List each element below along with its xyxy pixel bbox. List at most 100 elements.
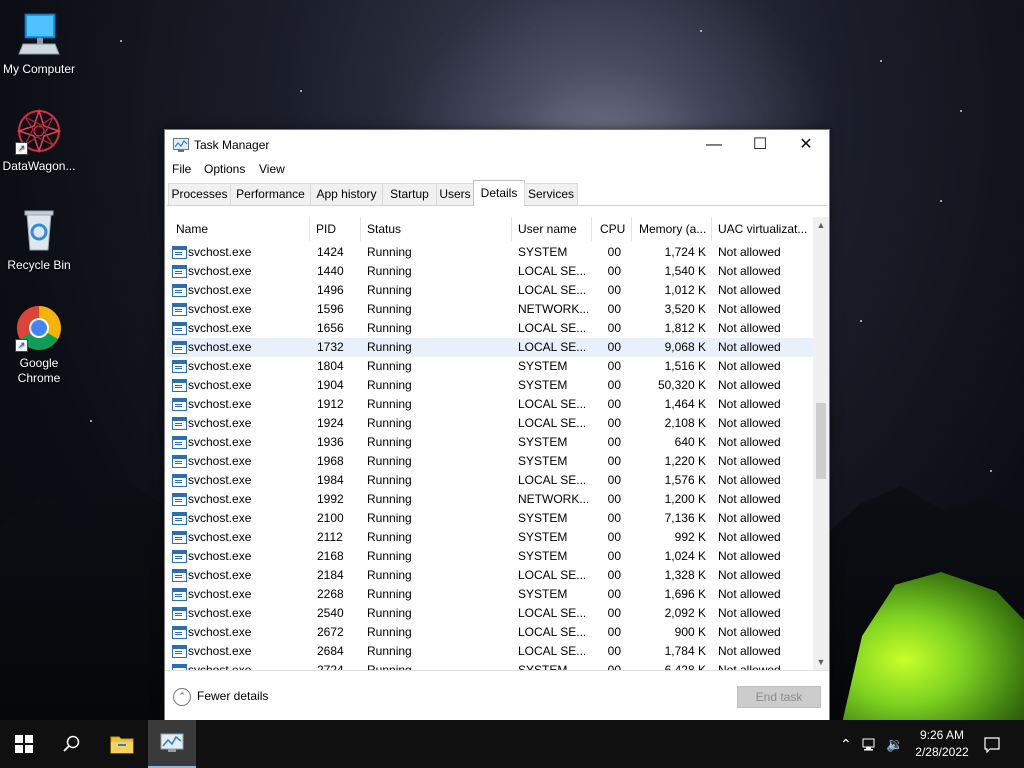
column-header-uac-virtualization[interactable]: UAC virtualizat... (718, 217, 810, 241)
cell-name: svchost.exe (188, 416, 252, 430)
start-button[interactable] (0, 720, 48, 768)
menu-options[interactable]: Options (204, 162, 245, 176)
cell-status: Running (367, 492, 412, 506)
desktop-icon-label: Recycle Bin (7, 258, 71, 272)
table-row[interactable]: svchost.exe 2112 Running SYSTEM 00 992 K Not a… (167, 528, 813, 547)
table-row[interactable]: svchost.exe 1804 Running SYSTEM 00 1,516 K Not… (167, 357, 813, 376)
column-header-user-name[interactable]: User name (518, 217, 590, 241)
cell-status: Running (367, 321, 412, 335)
tab-details[interactable]: Details (473, 180, 525, 206)
cell-status: Running (367, 625, 412, 639)
cell-cpu: 00 (607, 321, 621, 335)
cell-name: svchost.exe (188, 397, 252, 411)
table-row[interactable]: svchost.exe 1936 Running SYSTEM 00 640 K Not a… (167, 433, 813, 452)
table-row[interactable]: svchost.exe 2168 Running SYSTEM 00 1,024 K Not… (167, 547, 813, 566)
tab-services[interactable]: Services (524, 183, 578, 205)
column-header-status[interactable]: Status (367, 217, 507, 241)
table-row[interactable]: svchost.exe 1732 Running LOCAL SE... 00 9,068… (167, 338, 813, 357)
process-icon (172, 417, 187, 430)
table-row[interactable]: svchost.exe 1440 Running LOCAL SE... 00 1,540… (167, 262, 813, 281)
scroll-down-icon[interactable]: ▼ (813, 654, 829, 670)
column-divider[interactable] (631, 217, 632, 241)
table-row[interactable]: svchost.exe 1992 Running NETWORK... 00 1,200 … (167, 490, 813, 509)
title-bar[interactable]: Task Manager — ☐ ✕ (165, 130, 829, 160)
column-divider[interactable] (309, 217, 310, 241)
column-divider[interactable] (360, 217, 361, 241)
desktop-icon-my-computer[interactable]: My Computer (1, 10, 77, 77)
column-header-pid[interactable]: PID (316, 217, 356, 241)
cell-user-name: LOCAL SE... (518, 283, 587, 297)
close-button[interactable]: ✕ (783, 130, 829, 160)
cell-name: svchost.exe (188, 302, 252, 316)
cell-status: Running (367, 378, 412, 392)
table-row[interactable]: svchost.exe 1596 Running NETWORK... 00 3,520 … (167, 300, 813, 319)
cell-cpu: 00 (607, 378, 621, 392)
table-row[interactable]: svchost.exe 1968 Running SYSTEM 00 1,220 K Not… (167, 452, 813, 471)
tab-app-history[interactable]: App history (310, 183, 383, 205)
cell-pid: 1440 (317, 264, 344, 278)
notification-center-icon[interactable] (984, 720, 1000, 768)
desktop-icon-datawagon[interactable]: ↗ DataWagon... (1, 107, 77, 174)
table-row[interactable]: svchost.exe 2684 Running LOCAL SE... 00 1,784… (167, 642, 813, 661)
system-clock[interactable]: 9:26 AM 2/28/2022 (904, 727, 980, 761)
desktop-icon-recycle-bin[interactable]: Recycle Bin (1, 206, 77, 273)
table-row[interactable]: svchost.exe 1924 Running LOCAL SE... 00 2,108… (167, 414, 813, 433)
table-row[interactable]: svchost.exe 1984 Running LOCAL SE... 00 1,576… (167, 471, 813, 490)
table-row[interactable]: svchost.exe 2672 Running LOCAL SE... 00 900 K… (167, 623, 813, 642)
column-header-name[interactable]: Name (176, 217, 306, 241)
table-row[interactable]: svchost.exe 1904 Running SYSTEM 00 50,320 K No… (167, 376, 813, 395)
cell-memory: 1,812 K (664, 321, 706, 335)
tab-processes[interactable]: Processes (168, 183, 231, 205)
column-divider[interactable] (511, 217, 512, 241)
cell-status: Running (367, 359, 412, 373)
process-icon (172, 512, 187, 525)
volume-icon[interactable]: 🔉 (886, 720, 903, 768)
table-row[interactable]: svchost.exe 2724 Running SYSTEM 00 6,428 K Not… (167, 661, 813, 670)
desktop-icon-google-chrome[interactable]: ↗ Google Chrome (1, 304, 77, 386)
menu-view[interactable]: View (259, 162, 285, 176)
cell-uac-virtualization: Not allowed (718, 397, 781, 411)
cell-user-name: LOCAL SE... (518, 568, 587, 582)
table-row[interactable]: svchost.exe 1656 Running LOCAL SE... 00 1,812… (167, 319, 813, 338)
cell-user-name: SYSTEM (518, 549, 568, 563)
column-divider[interactable] (711, 217, 712, 241)
column-divider[interactable] (591, 217, 592, 241)
taskbar-file-explorer[interactable] (98, 720, 146, 768)
scrollbar-thumb[interactable] (816, 403, 826, 479)
cell-memory: 2,108 K (664, 416, 706, 430)
process-icon (172, 341, 187, 354)
search-button[interactable] (48, 720, 96, 768)
tab-users[interactable]: Users (436, 183, 474, 205)
table-row[interactable]: svchost.exe 2184 Running LOCAL SE... 00 1,328… (167, 566, 813, 585)
end-task-button[interactable]: End task (737, 686, 821, 708)
table-row[interactable]: svchost.exe 1496 Running LOCAL SE... 00 1,012… (167, 281, 813, 300)
minimize-button[interactable]: — (691, 130, 737, 160)
fewer-details-button[interactable]: ⌃ Fewer details (173, 687, 268, 706)
taskbar: ⌃ 🔉 9:26 AM 2/28/2022 (0, 720, 1024, 768)
table-row[interactable]: svchost.exe 2268 Running SYSTEM 00 1,696 K Not… (167, 585, 813, 604)
scroll-up-icon[interactable]: ▲ (813, 217, 829, 233)
taskbar-task-manager[interactable] (148, 720, 196, 768)
table-row[interactable]: svchost.exe 2100 Running SYSTEM 00 7,136 K Not… (167, 509, 813, 528)
table-row[interactable]: svchost.exe 1912 Running LOCAL SE... 00 1,464… (167, 395, 813, 414)
tab-startup[interactable]: Startup (382, 183, 437, 205)
menu-file[interactable]: File (172, 162, 191, 176)
network-icon[interactable] (862, 720, 878, 768)
show-hidden-icons-icon[interactable]: ⌃ (840, 720, 852, 768)
cell-name: svchost.exe (188, 378, 252, 392)
column-header-memory[interactable]: Memory (a... (639, 217, 709, 241)
recycle-bin-icon (15, 206, 63, 254)
cell-name: svchost.exe (188, 321, 252, 335)
process-icon (172, 550, 187, 563)
computer-icon (15, 10, 63, 58)
table-row[interactable]: svchost.exe 2540 Running LOCAL SE... 00 2,092… (167, 604, 813, 623)
maximize-button[interactable]: ☐ (737, 130, 783, 160)
vertical-scrollbar[interactable]: ▲ ▼ (813, 217, 829, 670)
cell-uac-virtualization: Not allowed (718, 340, 781, 354)
table-row[interactable]: svchost.exe 1424 Running SYSTEM 00 1,724 K Not… (167, 243, 813, 262)
cell-memory: 2,092 K (664, 606, 706, 620)
column-header-cpu[interactable]: CPU (600, 217, 630, 241)
tab-performance[interactable]: Performance (230, 183, 311, 205)
process-icon (172, 455, 187, 468)
desktop-icon-label: DataWagon... (2, 159, 76, 173)
